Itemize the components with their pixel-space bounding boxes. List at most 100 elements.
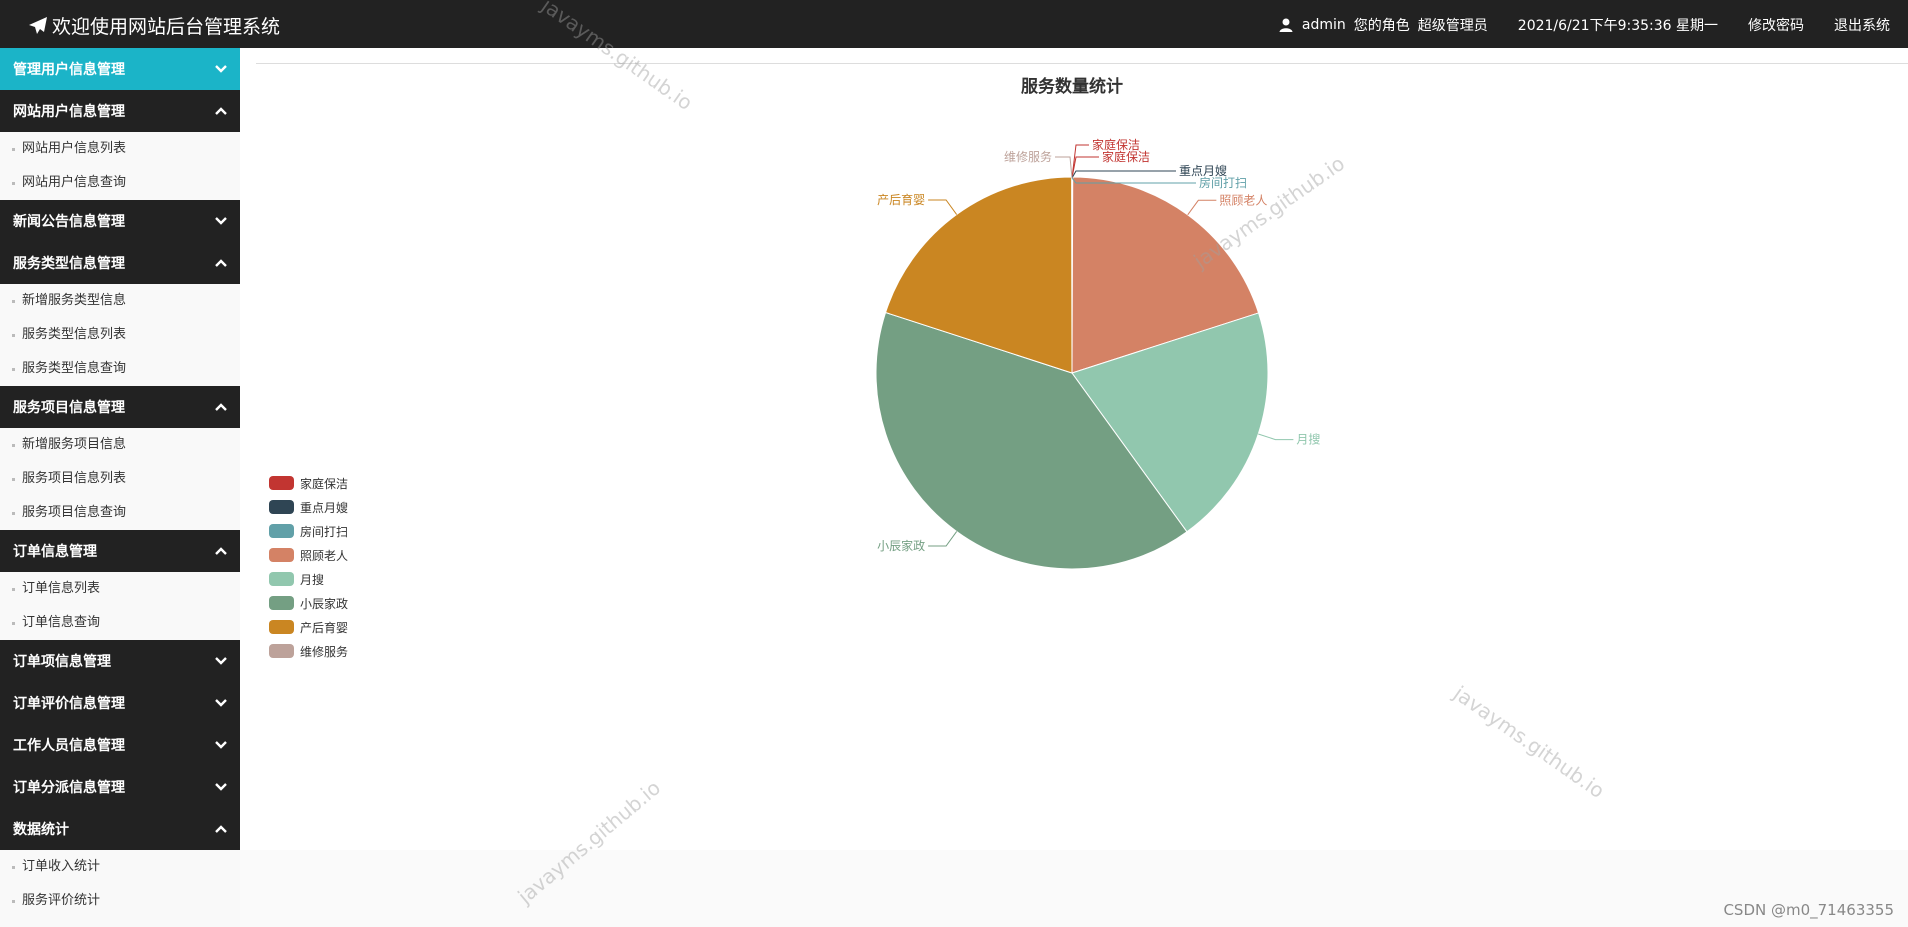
paper-plane-icon: [29, 16, 47, 34]
chevron-up-icon: [215, 259, 227, 267]
datetime: 2021/6/21下午9:35:36 星期一: [1517, 18, 1718, 34]
sidebar-group-1[interactable]: 网站用户信息管理: [0, 90, 240, 132]
change-password-link[interactable]: 修改密码: [1748, 15, 1804, 35]
legend-label: 家庭保洁: [300, 476, 349, 491]
sidebar-group-10[interactable]: 数据统计: [0, 808, 240, 850]
legend-swatch: [269, 548, 294, 562]
label-leader-line: [928, 531, 958, 547]
sidebar-group-6[interactable]: 订单项信息管理: [0, 640, 240, 682]
legend-swatch: [269, 620, 294, 634]
chevron-up-icon: [215, 825, 227, 833]
sidebar-item[interactable]: 网站用户信息查询: [0, 166, 240, 200]
label-leader-line: [1258, 433, 1294, 441]
slice-label: 维修服务: [1004, 149, 1052, 164]
sidebar: 管理用户信息管理 网站用户信息管理网站用户信息列表 网站用户信息查询新闻公告信息管理…: [0, 48, 240, 927]
pie-chart: 服务数量统计 照顾老人月搜小辰家政产后育婴家庭保洁家庭保洁重点月嫂房间打扫维修服…: [875, 76, 1320, 570]
sidebar-group-label: 服务项目信息管理: [13, 400, 125, 416]
sidebar-group-label: 新闻公告信息管理: [13, 214, 125, 230]
sidebar-item[interactable]: 服务项目信息列表: [0, 462, 240, 496]
sidebar-item[interactable]: 服务项目信息查询: [0, 496, 240, 530]
legend-swatch: [269, 524, 294, 538]
legend-swatch: [269, 572, 294, 586]
logout-link[interactable]: 退出系统: [1834, 15, 1890, 35]
label-leader-line: [1071, 170, 1176, 179]
username: admin: [1301, 17, 1346, 33]
sidebar-item[interactable]: 订单信息查询: [0, 606, 240, 640]
sidebar-item[interactable]: 网站用户信息列表: [0, 132, 240, 166]
top-nav: admin 您的角色 超级管理员 2021/6/21下午9:35:36 星期一 …: [1278, 15, 1890, 35]
label-leader-line: [928, 199, 958, 215]
sidebar-group-2[interactable]: 新闻公告信息管理: [0, 200, 240, 242]
chevron-down-icon: [215, 65, 227, 73]
chevron-down-icon: [215, 741, 227, 749]
chevron-down-icon: [215, 783, 227, 791]
slice-label: 房间打扫: [1199, 175, 1247, 190]
label-leader-line: [1187, 199, 1217, 216]
slice-label: 小辰家政: [877, 538, 925, 553]
legend-label: 重点月嫂: [300, 500, 349, 515]
slice-label: 月搜: [1296, 432, 1320, 447]
legend-label: 照顾老人: [300, 548, 349, 563]
slice-label: 家庭保洁: [1102, 149, 1150, 164]
sidebar-group-3[interactable]: 服务类型信息管理: [0, 242, 240, 284]
legend-label: 产后育婴: [300, 620, 349, 635]
sidebar-group-4[interactable]: 服务项目信息管理: [0, 386, 240, 428]
chevron-down-icon: [215, 657, 227, 665]
sidebar-group-0[interactable]: 管理用户信息管理: [0, 48, 240, 90]
app-title: 欢迎使用网站后台管理系统: [52, 16, 281, 38]
main-content: 服务数量统计 照顾老人 月搜 小辰家政 产后育婴 家庭保洁 家庭保洁 重点月嫂 房间打扫 维修服…: [240, 48, 1908, 850]
sidebar-group-label: 数据统计: [13, 822, 69, 838]
legend-swatch: [269, 644, 294, 658]
sidebar-group-7[interactable]: 订单评价信息管理: [0, 682, 240, 724]
sidebar-item[interactable]: 新增服务项目信息: [0, 428, 240, 462]
sidebar-group-label: 网站用户信息管理: [13, 104, 125, 120]
chart-title: 服务数量统计: [1021, 76, 1123, 96]
legend-item[interactable]: 家庭保洁: [269, 471, 348, 495]
sidebar-item[interactable]: 订单信息列表: [0, 572, 240, 606]
legend-item[interactable]: 月搜: [269, 567, 348, 591]
legend-label: 月搜: [300, 572, 325, 587]
top-navbar: 欢迎使用网站后台管理系统 admin 您的角色 超级管理员 2021/6/21下…: [0, 0, 1908, 48]
legend-item[interactable]: 维修服务: [269, 639, 348, 663]
chart-legend: 家庭保洁重点月嫂房间打扫照顾老人月搜小辰家政产后育婴维修服务: [269, 471, 348, 663]
sidebar-item[interactable]: 订单收入统计: [0, 850, 240, 884]
sidebar-item[interactable]: 服务类型信息查询: [0, 352, 240, 386]
legend-label: 小辰家政: [300, 596, 349, 611]
sidebar-group-8[interactable]: 工作人员信息管理: [0, 724, 240, 766]
label-leader-line: [1071, 156, 1099, 179]
chevron-up-icon: [215, 547, 227, 555]
footer-band: [240, 850, 1908, 927]
slice-label: 产后育婴: [877, 192, 925, 207]
role-value: 超级管理员: [1417, 18, 1488, 34]
sidebar-group-label: 订单分派信息管理: [13, 780, 125, 796]
sidebar-item[interactable]: 服务评价统计: [0, 884, 240, 918]
sidebar-group-label: 管理用户信息管理: [13, 62, 125, 78]
sidebar-item[interactable]: 服务类型信息列表: [0, 318, 240, 352]
legend-swatch: [269, 500, 294, 514]
sidebar-group-9[interactable]: 订单分派信息管理: [0, 766, 240, 808]
sidebar-group-label: 服务类型信息管理: [13, 256, 125, 272]
legend-item[interactable]: 照顾老人: [269, 543, 348, 567]
sidebar-item[interactable]: 新增服务类型信息: [0, 284, 240, 318]
user-icon: [1279, 18, 1293, 32]
chevron-down-icon: [215, 699, 227, 707]
label-leader-line: [1055, 156, 1073, 179]
legend-swatch: [269, 476, 294, 490]
legend-item[interactable]: 重点月嫂: [269, 495, 348, 519]
legend-swatch: [269, 596, 294, 610]
chevron-down-icon: [215, 217, 227, 225]
legend-item[interactable]: 房间打扫: [269, 519, 348, 543]
sidebar-group-label: 订单项信息管理: [13, 654, 111, 670]
legend-label: 维修服务: [300, 644, 349, 659]
sidebar-group-5[interactable]: 订单信息管理: [0, 530, 240, 572]
legend-label: 房间打扫: [300, 524, 349, 539]
chevron-up-icon: [215, 403, 227, 411]
legend-item[interactable]: 小辰家政: [269, 591, 348, 615]
csdn-credit: CSDN @m0_71463355: [1723, 901, 1894, 919]
legend-item[interactable]: 产后育婴: [269, 615, 348, 639]
brand[interactable]: 欢迎使用网站后台管理系统: [28, 12, 280, 39]
sidebar-group-label: 订单评价信息管理: [13, 696, 125, 712]
role-label: 您的角色: [1353, 18, 1410, 34]
sidebar-group-label: 订单信息管理: [13, 544, 97, 560]
sidebar-group-label: 工作人员信息管理: [13, 738, 125, 754]
